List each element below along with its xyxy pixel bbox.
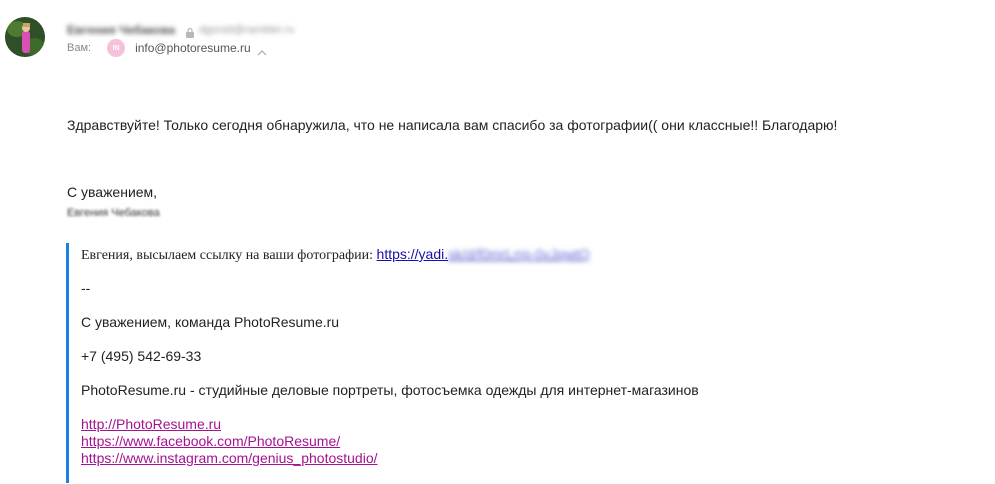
chevron-up-icon[interactable]	[257, 44, 267, 56]
recipient-row: Вам: IN info@photoresume.ru	[67, 38, 267, 58]
sender-name[interactable]: Евгения Чебакова	[67, 23, 175, 37]
sender-avatar[interactable]	[5, 17, 45, 57]
email-header: Евгения Чебакова dgora9@rambler.ru Вам: …	[0, 0, 995, 70]
signature-name: Евгения Чебакова	[67, 207, 160, 219]
to-label: Вам:	[67, 42, 92, 54]
quote-links: http://PhotoResume.ru https://www.facebo…	[81, 416, 378, 467]
lock-icon	[185, 25, 195, 38]
quote-intro-line: Евгения, высылаем ссылку на ваши фотогра…	[81, 246, 590, 264]
sender-email: dgora9@rambler.ru	[199, 24, 295, 36]
email-greeting: Здравствуйте! Только сегодня обнаружила,…	[67, 117, 838, 133]
recipient-email[interactable]: info@photoresume.ru	[135, 41, 251, 55]
quote-description: PhotoResume.ru - студийные деловые портр…	[81, 382, 699, 398]
quoted-message: Евгения, высылаем ссылку на ваши фотогра…	[66, 243, 966, 483]
instagram-link[interactable]: https://www.instagram.com/genius_photost…	[81, 450, 378, 467]
facebook-link[interactable]: https://www.facebook.com/PhotoResume/	[81, 433, 378, 450]
signature-separator: --	[81, 280, 91, 296]
quote-intro-text: Евгения, высылаем ссылку на ваши фотогра…	[81, 248, 377, 263]
quote-phone: +7 (495) 542-69-33	[81, 348, 202, 364]
sender-row: Евгения Чебакова dgora9@rambler.ru	[67, 22, 294, 38]
signature-line: С уважением,	[67, 184, 158, 200]
photos-link[interactable]: https://yadi.sk/d/f0mrLrrp-0vJqwtQ	[377, 246, 590, 262]
quote-regards: С уважением, команда PhotoResume.ru	[81, 314, 340, 330]
email-view: Евгения Чебакова dgora9@rambler.ru Вам: …	[0, 0, 995, 484]
recipient-badge-icon: IN	[107, 39, 126, 57]
website-link[interactable]: http://PhotoResume.ru	[81, 416, 378, 433]
